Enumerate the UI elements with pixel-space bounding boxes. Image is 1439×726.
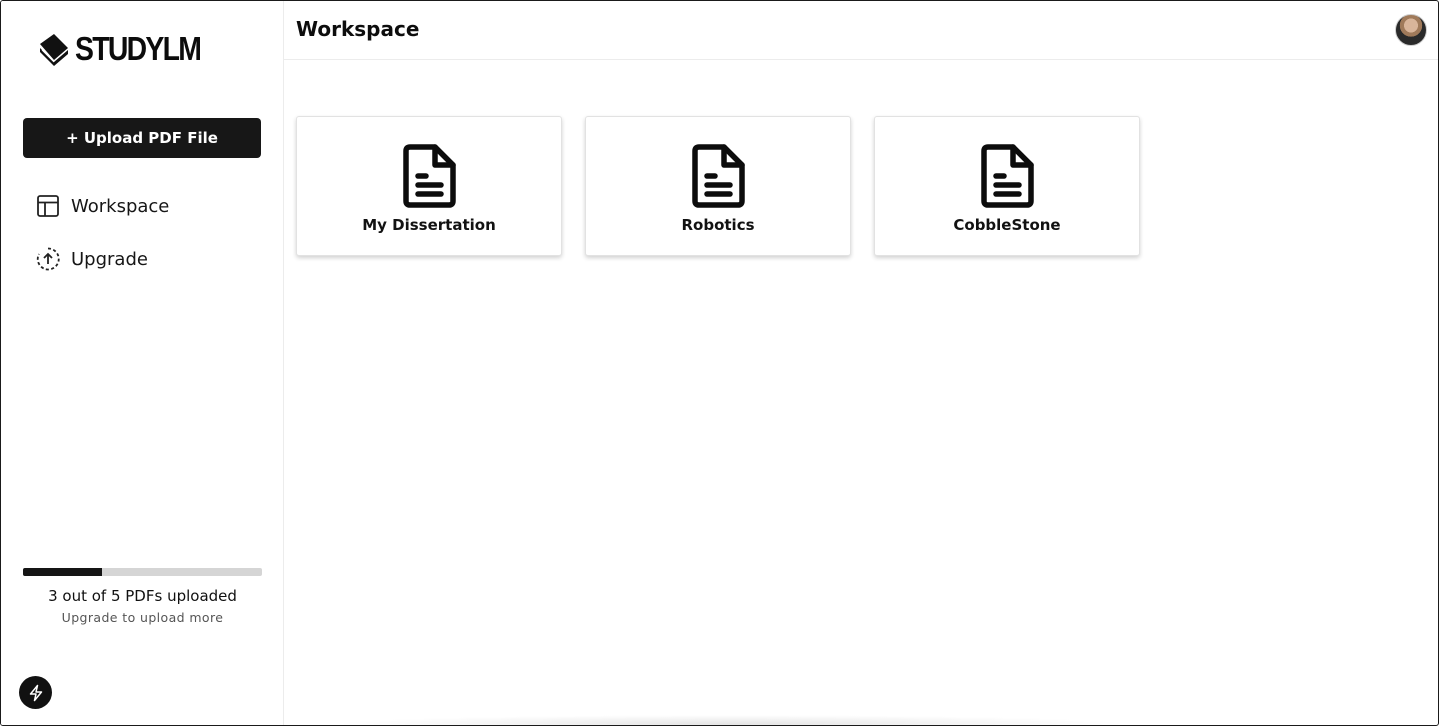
usage-count-text: 3 out of 5 PDFs uploaded bbox=[48, 587, 237, 605]
file-card[interactable]: My Dissertation bbox=[296, 116, 562, 256]
app-window: STUDYLM + Upload PDF File Workspace Upgr… bbox=[0, 0, 1439, 726]
file-card[interactable]: CobbleStone bbox=[874, 116, 1140, 256]
file-card-title: Robotics bbox=[681, 216, 755, 234]
sidebar-item-label: Workspace bbox=[71, 195, 170, 217]
usage-progress-bar bbox=[23, 568, 262, 576]
sidebar-item-label: Upgrade bbox=[71, 248, 148, 270]
top-bar: Workspace bbox=[284, 1, 1438, 60]
document-icon bbox=[981, 144, 1034, 208]
app-logo[interactable]: STUDYLM bbox=[37, 29, 221, 69]
upload-circle-icon bbox=[36, 247, 60, 271]
file-card-title: CobbleStone bbox=[953, 216, 1061, 234]
page-title: Workspace bbox=[296, 17, 420, 41]
sidebar-nav: Workspace Upgrade bbox=[35, 191, 265, 297]
quick-action-button[interactable] bbox=[19, 676, 52, 709]
document-icon bbox=[692, 144, 745, 208]
usage-progress-fill bbox=[23, 568, 102, 576]
upload-pdf-button[interactable]: + Upload PDF File bbox=[23, 118, 261, 158]
sidebar-item-workspace[interactable]: Workspace bbox=[35, 191, 265, 221]
avatar[interactable] bbox=[1395, 14, 1427, 46]
book-logo-icon bbox=[40, 34, 68, 66]
document-icon bbox=[403, 144, 456, 208]
file-grid: My Dissertation Robotics CobbleStone bbox=[296, 116, 1140, 256]
layout-icon bbox=[37, 195, 59, 217]
file-card[interactable]: Robotics bbox=[585, 116, 851, 256]
file-card-title: My Dissertation bbox=[362, 216, 496, 234]
sidebar: STUDYLM + Upload PDF File Workspace Upgr… bbox=[1, 1, 284, 725]
logo-text: STUDYLM bbox=[75, 30, 202, 67]
upload-usage: 3 out of 5 PDFs uploaded Upgrade to uplo… bbox=[23, 568, 262, 625]
lightning-icon bbox=[29, 684, 42, 701]
usage-upgrade-hint: Upgrade to upload more bbox=[61, 610, 224, 625]
bottom-shadow bbox=[331, 715, 1131, 725]
sidebar-item-upgrade[interactable]: Upgrade bbox=[35, 244, 265, 274]
